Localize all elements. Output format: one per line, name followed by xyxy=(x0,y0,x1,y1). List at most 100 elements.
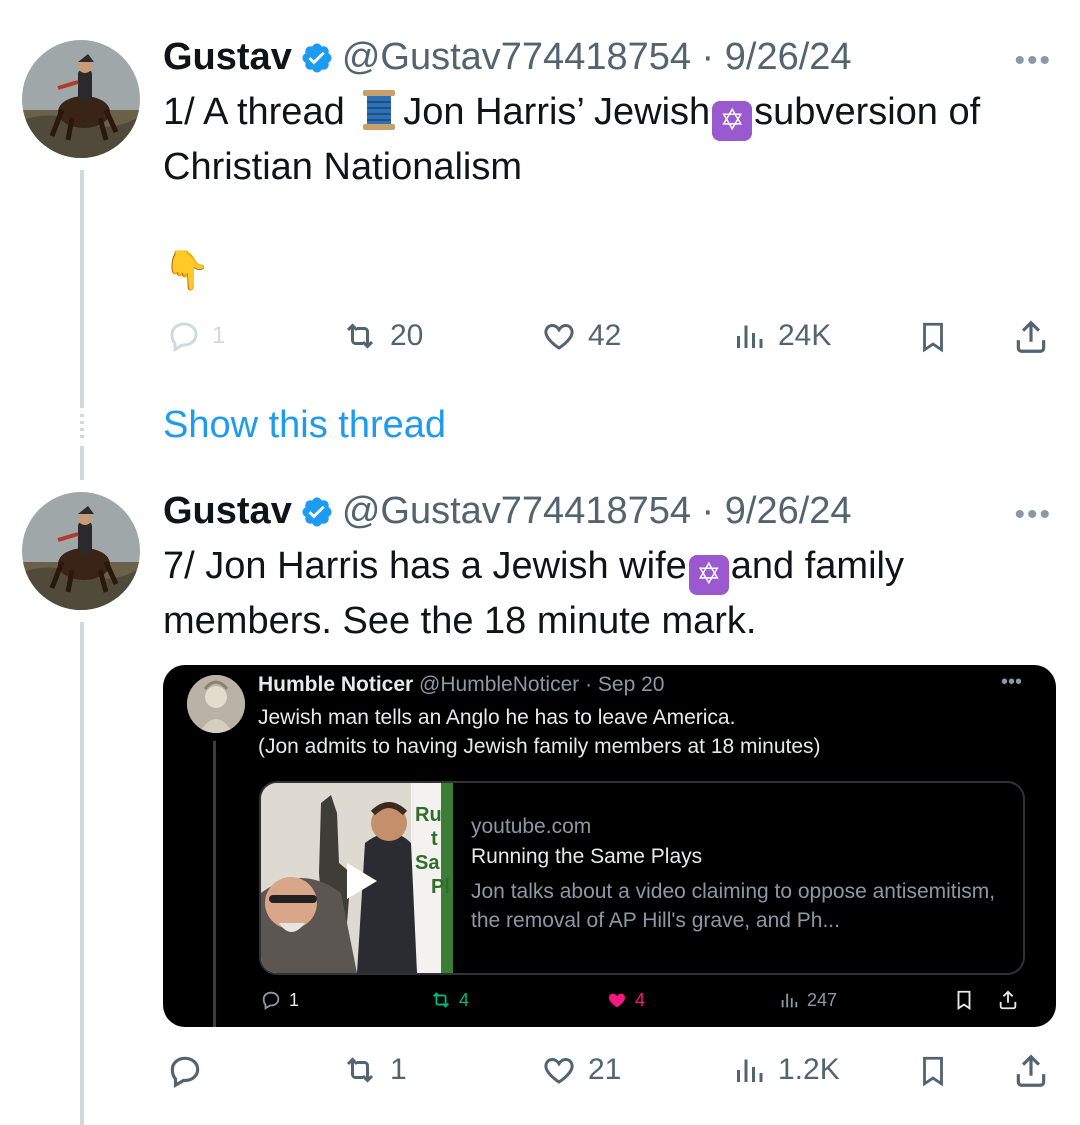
tweet-text-part: members. See the 18 minute mark. xyxy=(163,600,757,642)
quoted-tweet-card[interactable]: Humble Noticer @HumbleNoticer · Sep 20 •… xyxy=(163,665,1056,1027)
video-thumbnail[interactable]: Ru t Sa Pl xyxy=(261,783,453,973)
verified-badge-icon xyxy=(300,495,334,529)
quoted-header: Humble Noticer @HumbleNoticer · Sep 20 xyxy=(258,673,664,697)
link-description: Jon talks about a video claiming to oppo… xyxy=(471,880,996,932)
views-icon xyxy=(737,325,763,348)
tweet-text-part: Christian Nationalism xyxy=(163,146,523,188)
thumbnail-text-line: Sa xyxy=(415,852,440,874)
tweet-text-part: 1/ A thread xyxy=(163,91,356,133)
quoted-text-line: (Jon admits to having Jewish family memb… xyxy=(258,735,821,758)
link-title: Running the Same Plays xyxy=(471,845,703,868)
share-icon xyxy=(1016,320,1046,353)
heart-icon xyxy=(544,323,574,350)
reply-icon xyxy=(262,991,280,1010)
repost-count: 1 xyxy=(390,1053,407,1086)
thread-line-mid xyxy=(80,446,84,480)
like-count: 42 xyxy=(588,319,622,352)
avatar[interactable] xyxy=(22,40,140,158)
reply-icon xyxy=(170,1056,200,1089)
bookmark-icon xyxy=(923,1056,943,1087)
more-options-icon[interactable]: ••• xyxy=(1014,44,1052,78)
tweet-text-part: and family xyxy=(730,545,904,587)
reply-button[interactable]: 1 xyxy=(166,318,225,354)
quoted-more-options-icon[interactable]: ••• xyxy=(1001,671,1022,694)
separator: · xyxy=(691,36,725,78)
author-name[interactable]: Gustav xyxy=(163,36,292,79)
quoted-views-button[interactable]: 247 xyxy=(777,989,837,1011)
share-icon xyxy=(1016,1054,1046,1087)
author-handle[interactable]: @Gustav774418754 xyxy=(342,490,691,533)
thumbnail-text-line: t xyxy=(431,828,438,850)
quoted-date[interactable]: Sep 20 xyxy=(598,673,665,696)
thumbnail-text-line: Pl xyxy=(431,876,450,898)
separator: · xyxy=(691,490,725,532)
like-button[interactable]: 42 xyxy=(540,318,621,354)
tweet-date[interactable]: 9/26/24 xyxy=(725,490,852,533)
reply-count: 1 xyxy=(212,322,226,349)
like-button[interactable]: 21 xyxy=(540,1052,621,1088)
separator: · xyxy=(579,673,598,696)
views-button[interactable]: 1.2K xyxy=(730,1052,840,1088)
tweet-text-part: Jon Harris’ Jewish xyxy=(403,91,711,133)
quoted-avatar[interactable] xyxy=(187,675,245,733)
star-of-david-emoji: ✡ xyxy=(712,101,753,141)
bookmark-button[interactable] xyxy=(916,318,960,356)
repost-button[interactable]: 1 xyxy=(340,1052,407,1088)
share-icon xyxy=(999,990,1017,1010)
heart-icon xyxy=(544,1057,574,1084)
star-of-david-emoji: ✡ xyxy=(688,555,729,595)
quoted-repost-count: 4 xyxy=(459,989,470,1010)
tweet-header: Gustav @Gustav774418754 · 9/26/24 xyxy=(163,36,852,79)
share-button[interactable] xyxy=(1012,318,1060,356)
play-icon[interactable] xyxy=(343,861,379,906)
bookmark-button[interactable] xyxy=(916,1052,960,1090)
bookmark-icon xyxy=(957,990,971,1010)
like-count: 21 xyxy=(588,1053,622,1086)
tweet-header: Gustav @Gustav774418754 · 9/26/24 xyxy=(163,490,852,533)
bookmark-icon xyxy=(923,322,943,353)
thumbnail-text: Ru t Sa Pl xyxy=(415,803,450,899)
thread-line-top xyxy=(80,170,84,408)
link-preview-card[interactable]: Ru t Sa Pl youtube.com Running the Same … xyxy=(259,781,1025,975)
avatar[interactable] xyxy=(22,492,140,610)
quoted-text-line: Jewish man tells an Anglo he has to leav… xyxy=(258,706,736,729)
link-domain: youtube.com xyxy=(471,815,592,838)
thread-gap-dots xyxy=(80,414,84,442)
quoted-like-count: 4 xyxy=(635,989,646,1010)
quoted-author-name[interactable]: Humble Noticer xyxy=(258,673,413,696)
quoted-reply-button[interactable]: 1 xyxy=(259,989,299,1011)
repost-icon xyxy=(433,992,449,1008)
quoted-thread-line xyxy=(213,741,216,1027)
repost-button[interactable]: 20 xyxy=(340,318,423,354)
tweet-text-part: 7/ Jon Harris has a Jewish wife xyxy=(163,545,687,587)
tweet-text-part: subversion of xyxy=(754,91,981,133)
author-name[interactable]: Gustav xyxy=(163,490,292,533)
show-this-thread-link[interactable]: Show this thread xyxy=(163,404,446,447)
repost-count: 20 xyxy=(390,319,424,352)
quoted-bookmark-button[interactable] xyxy=(953,989,981,1011)
reply-button[interactable] xyxy=(166,1052,214,1090)
spool-of-thread-emoji xyxy=(361,88,397,132)
quoted-views-count: 247 xyxy=(807,989,838,1010)
link-preview-text: youtube.com Running the Same Plays Jon t… xyxy=(471,815,1011,935)
share-button[interactable] xyxy=(1012,1052,1060,1090)
views-icon xyxy=(737,1059,763,1082)
views-count: 1.2K xyxy=(778,1053,840,1086)
author-handle[interactable]: @Gustav774418754 xyxy=(342,36,691,79)
tweet-text: 7/ Jon Harris has a Jewish wife ✡ and fami… xyxy=(163,540,1063,647)
more-options-icon[interactable]: ••• xyxy=(1014,498,1052,532)
quoted-like-button[interactable]: 4 xyxy=(605,989,645,1011)
heart-icon xyxy=(608,993,626,1008)
tweet-date[interactable]: 9/26/24 xyxy=(725,36,852,79)
quoted-reply-count: 1 xyxy=(289,989,300,1010)
repost-icon xyxy=(346,1057,374,1083)
quoted-author-handle[interactable]: @HumbleNoticer xyxy=(419,673,579,696)
thread-line-bottom xyxy=(80,622,84,1125)
reply-icon xyxy=(170,322,198,353)
tweet-text: 1/ A thread Jon Harris’ Jewish ✡ subversio… xyxy=(163,86,1063,297)
verified-badge-icon xyxy=(300,41,334,75)
quoted-share-button[interactable] xyxy=(997,989,1025,1011)
views-button[interactable]: 24K xyxy=(730,318,831,354)
quoted-text: Jewish man tells an Anglo he has to leav… xyxy=(258,703,1018,761)
quoted-repost-button[interactable]: 4 xyxy=(429,989,469,1011)
